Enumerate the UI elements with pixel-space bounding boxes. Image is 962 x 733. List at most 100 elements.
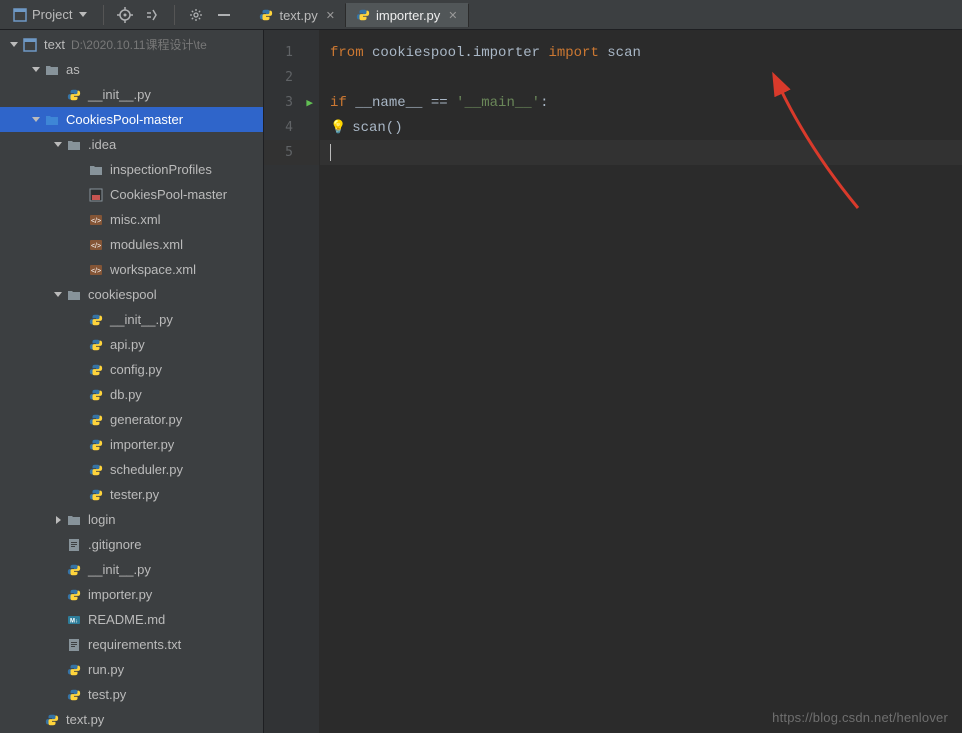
chevron-icon[interactable] bbox=[52, 142, 64, 147]
tree-item[interactable]: text.py bbox=[0, 707, 263, 732]
code-line[interactable]: if __name__ == '__main__': bbox=[320, 90, 962, 115]
hide-icon[interactable] bbox=[211, 2, 237, 28]
tree-item[interactable]: .gitignore bbox=[0, 532, 263, 557]
code-editor[interactable]: 123▶45 from cookiespool.importer import … bbox=[264, 30, 962, 733]
close-icon[interactable]: ✕ bbox=[448, 9, 457, 22]
tree-item-label: as bbox=[66, 62, 80, 77]
tree-item-label: .gitignore bbox=[88, 537, 141, 552]
tree-item-label: tester.py bbox=[110, 487, 159, 502]
code-line[interactable]: from cookiespool.importer import scan bbox=[320, 40, 962, 65]
folder-icon bbox=[66, 512, 82, 528]
toolbar: Project text.py ✕ importer.py ✕ bbox=[0, 0, 962, 30]
editor-tabs: text.py ✕ importer.py ✕ bbox=[249, 3, 468, 27]
tree-item[interactable]: M↓ README.md bbox=[0, 607, 263, 632]
tree-item-label: requirements.txt bbox=[88, 637, 181, 652]
tree-item[interactable]: cookiespool bbox=[0, 282, 263, 307]
tree-item[interactable]: __init__.py bbox=[0, 307, 263, 332]
tree-item[interactable]: login bbox=[0, 507, 263, 532]
tab-importer-py[interactable]: importer.py ✕ bbox=[346, 3, 469, 27]
gear-icon[interactable] bbox=[183, 2, 209, 28]
py-icon bbox=[44, 712, 60, 728]
chevron-icon[interactable] bbox=[30, 117, 42, 122]
project-tool-button[interactable]: Project bbox=[4, 4, 95, 26]
expand-all-icon[interactable] bbox=[140, 2, 166, 28]
code-token: __name__ == bbox=[355, 95, 456, 111]
python-file-icon bbox=[356, 8, 370, 22]
tree-item[interactable]: </>workspace.xml bbox=[0, 257, 263, 282]
project-icon bbox=[22, 37, 38, 53]
tree-item[interactable]: run.py bbox=[0, 657, 263, 682]
tree-item[interactable]: </>misc.xml bbox=[0, 207, 263, 232]
tree-item[interactable]: textD:\2020.10.11课程设计\te bbox=[0, 32, 263, 57]
tree-item-label: __init__.py bbox=[88, 562, 151, 577]
lightbulb-icon[interactable]: 💡 bbox=[330, 120, 346, 135]
tree-item-label: __init__.py bbox=[110, 312, 173, 327]
iml-icon bbox=[88, 187, 104, 203]
tree-item-label: CookiesPool-master bbox=[66, 112, 183, 127]
project-icon bbox=[12, 7, 28, 23]
code-line[interactable] bbox=[320, 65, 962, 90]
md-icon: M↓ bbox=[66, 612, 82, 628]
tab-text-py[interactable]: text.py ✕ bbox=[249, 3, 346, 27]
chevron-icon[interactable] bbox=[30, 67, 42, 72]
tree-item[interactable]: CookiesPool-master bbox=[0, 182, 263, 207]
tree-item[interactable]: db.py bbox=[0, 382, 263, 407]
tree-item[interactable]: scheduler.py bbox=[0, 457, 263, 482]
tree-item[interactable]: tester.py bbox=[0, 482, 263, 507]
project-tree[interactable]: textD:\2020.10.11课程设计\te as __init__.py Coo… bbox=[0, 30, 264, 733]
chevron-down-icon bbox=[79, 12, 87, 17]
svg-text:M↓: M↓ bbox=[70, 618, 78, 624]
separator bbox=[103, 5, 104, 25]
tree-item-label: misc.xml bbox=[110, 212, 161, 227]
gutter-line: 3▶ bbox=[264, 90, 319, 115]
locate-icon[interactable] bbox=[112, 2, 138, 28]
tree-item[interactable]: CookiesPool-master bbox=[0, 107, 263, 132]
tree-item[interactable]: __init__.py bbox=[0, 557, 263, 582]
code-token: if bbox=[330, 95, 355, 111]
tree-item[interactable]: importer.py bbox=[0, 432, 263, 457]
tree-item[interactable]: config.py bbox=[0, 357, 263, 382]
code-token: : bbox=[540, 95, 548, 111]
tree-item[interactable]: api.py bbox=[0, 332, 263, 357]
py-icon bbox=[66, 662, 82, 678]
tree-item-label: importer.py bbox=[88, 587, 152, 602]
tree-item[interactable]: .idea bbox=[0, 132, 263, 157]
svg-text:</>: </> bbox=[91, 268, 101, 275]
close-icon[interactable]: ✕ bbox=[326, 9, 335, 22]
main: textD:\2020.10.11课程设计\te as __init__.py Coo… bbox=[0, 30, 962, 733]
py-icon bbox=[88, 412, 104, 428]
py-icon bbox=[66, 687, 82, 703]
tree-item[interactable]: importer.py bbox=[0, 582, 263, 607]
tab-label: importer.py bbox=[376, 8, 440, 23]
tree-item[interactable]: test.py bbox=[0, 682, 263, 707]
tree-item[interactable]: inspectionProfiles bbox=[0, 157, 263, 182]
py-icon bbox=[88, 387, 104, 403]
tree-item-label: run.py bbox=[88, 662, 124, 677]
tree-item-label: CookiesPool-master bbox=[110, 187, 227, 202]
tree-item[interactable]: requirements.txt bbox=[0, 632, 263, 657]
run-icon[interactable]: ▶ bbox=[306, 96, 313, 109]
gutter-line: 4 bbox=[264, 115, 319, 140]
py-icon bbox=[66, 587, 82, 603]
tree-item[interactable]: as bbox=[0, 57, 263, 82]
code-line[interactable]: 💡scan() bbox=[320, 115, 962, 140]
tree-item-label: __init__.py bbox=[88, 87, 151, 102]
chevron-icon[interactable] bbox=[52, 292, 64, 297]
py-icon bbox=[66, 87, 82, 103]
separator bbox=[174, 5, 175, 25]
tree-item[interactable]: </>modules.xml bbox=[0, 232, 263, 257]
code-line[interactable] bbox=[320, 140, 962, 165]
py-icon bbox=[88, 462, 104, 478]
py-icon bbox=[88, 487, 104, 503]
code-area[interactable]: from cookiespool.importer import scan if … bbox=[320, 30, 962, 733]
tree-item[interactable]: generator.py bbox=[0, 407, 263, 432]
code-token: '__main__' bbox=[456, 95, 540, 111]
tree-item[interactable]: __init__.py bbox=[0, 82, 263, 107]
project-tool-label: Project bbox=[32, 7, 72, 22]
chevron-icon[interactable] bbox=[52, 516, 64, 524]
chevron-icon[interactable] bbox=[8, 42, 20, 47]
txt-icon bbox=[66, 637, 82, 653]
tree-item-label: README.md bbox=[88, 612, 165, 627]
text-cursor bbox=[330, 144, 331, 161]
folder-icon bbox=[88, 162, 104, 178]
